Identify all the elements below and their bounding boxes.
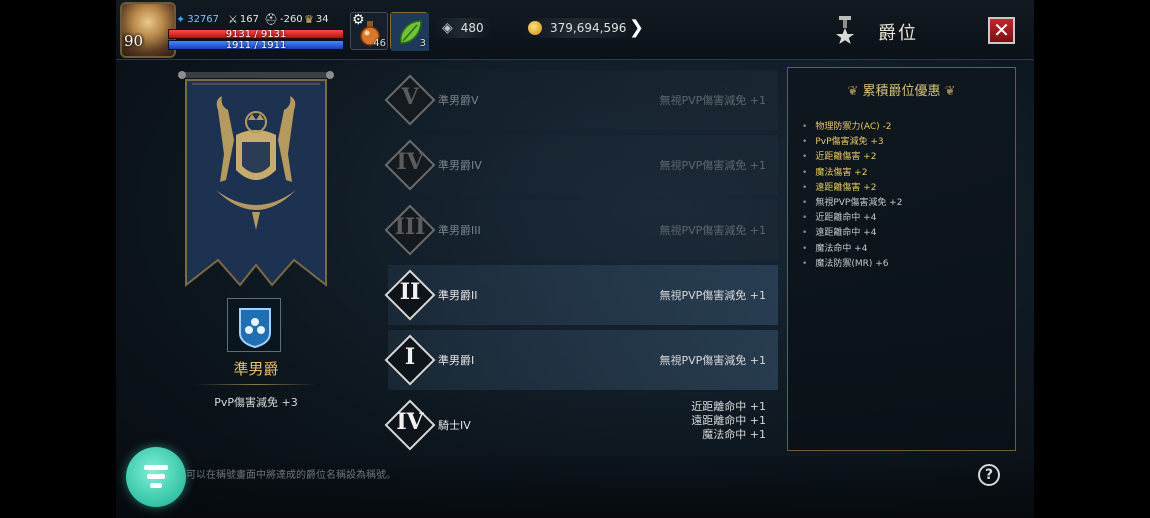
close-icon: ✕ xyxy=(993,18,1010,42)
rank-row-name: 準男爵I xyxy=(438,354,475,367)
panel-title: ❦ 累積爵位優惠 ❦ xyxy=(788,80,1015,99)
rank-row-name: 準男爵III xyxy=(438,224,481,237)
rank-row[interactable]: III 準男爵III 無視PVP傷害減免 +1 xyxy=(384,200,778,260)
accumulated-bonus-list: 物理防禦力(AC) -2PvP傷害減免 +3近距離傷害 +2魔法傷害 +2遠距離… xyxy=(802,120,902,272)
mp-text: 1911 / 1911 xyxy=(225,40,287,51)
player-level: 90 xyxy=(124,32,144,50)
defense-value: -260 xyxy=(279,14,303,25)
trophy-icon: ♛ xyxy=(304,13,314,26)
sword-icon: ⚔ xyxy=(228,13,238,26)
rank-effect-line: 無視PVP傷害減免 +1 xyxy=(659,289,766,302)
potion-count: 46 xyxy=(373,38,386,49)
herb-count: 3 xyxy=(419,38,426,49)
rank-row-effects: 無視PVP傷害減免 +1 xyxy=(659,92,766,108)
footer-hint: 可以在稱號畫面中將達成的爵位名稱設為稱號。 xyxy=(186,470,396,481)
mp-bar: 1911 / 1911 xyxy=(168,40,344,51)
rank-row[interactable]: V 準男爵V 無視PVP傷害減免 +1 xyxy=(384,70,778,130)
bonus-item: 魔法傷害 +2 xyxy=(802,166,902,181)
gem-currency: ◈ 480 xyxy=(434,18,492,38)
rank-numeral: IV xyxy=(396,149,424,175)
rank-row-effects: 無視PVP傷害減免 +1 xyxy=(659,287,766,303)
trophy-value: 34 xyxy=(315,14,329,25)
rank-row[interactable]: II 準男爵II 無視PVP傷害減免 +1 xyxy=(384,265,778,325)
gold-value: 379,694,596 xyxy=(550,21,627,35)
helmet-icon: ⛑ xyxy=(264,13,278,26)
gold-coin-icon xyxy=(528,21,542,35)
top-status-bar: 90 ✦ 32767 ⚔ 167 ⛑ -260 ♛ 34 9131 / 9131… xyxy=(116,0,1034,60)
current-rank-bonus: PvP傷害減免 +3 xyxy=(214,396,298,409)
rank-numeral: V xyxy=(401,84,419,110)
rank-row-effects: 無視PVP傷害減免 +1 xyxy=(659,222,766,238)
laurel-right-icon: ❦ xyxy=(944,84,956,99)
bonus-item: 魔法命中 +4 xyxy=(802,242,902,257)
power-value: 32767 xyxy=(187,14,220,25)
rank-row-name: 準男爵V xyxy=(438,94,479,107)
rank-effect-line: 近距離命中 +1 xyxy=(691,400,766,413)
rank-row-effects: 近距離命中 +1 遠距離命中 +1 魔法命中 +1 xyxy=(691,400,766,442)
wing-icon: ✦ xyxy=(176,13,186,26)
rank-effect-line: 遠距離命中 +1 xyxy=(691,414,766,427)
menu-button[interactable] xyxy=(126,447,186,507)
gem-icon: ◈ xyxy=(442,20,453,36)
close-button[interactable]: ✕ xyxy=(988,17,1015,44)
bonus-item: 物理防禦力(AC) -2 xyxy=(802,120,902,135)
bonus-item: 遠距離命中 +4 xyxy=(802,226,902,241)
rank-row-name: 騎士IV xyxy=(438,419,471,432)
laurel-left-icon: ❦ xyxy=(847,84,859,99)
defense-stat: ⛑ -260 xyxy=(264,13,303,26)
game-screen: 90 ✦ 32767 ⚔ 167 ⛑ -260 ♛ 34 9131 / 9131… xyxy=(116,0,1034,518)
current-rank-name: 準男爵 xyxy=(233,360,279,378)
bonus-item: 魔法防禦(MR) +6 xyxy=(802,257,902,272)
shield-rank-icon xyxy=(239,308,271,349)
rank-row-name: 準男爵IV xyxy=(438,159,482,172)
rank-row-name: 準男爵II xyxy=(438,289,478,302)
rank-banner xyxy=(178,71,334,288)
rank-row[interactable]: IV 準男爵IV 無視PVP傷害減免 +1 xyxy=(384,135,778,195)
gear-icon: ⚙ xyxy=(352,12,365,28)
trophy-stat: ♛ 34 xyxy=(304,13,329,26)
rank-divider xyxy=(196,384,316,385)
rank-effect-line: 無視PVP傷害減免 +1 xyxy=(659,224,766,237)
bonus-item: 無視PVP傷害減免 +2 xyxy=(802,196,902,211)
rank-medal-icon xyxy=(836,16,854,44)
rank-row[interactable]: IV 騎士IV 近距離命中 +1 遠距離命中 +1 魔法命中 +1 xyxy=(384,395,778,455)
gold-currency: 379,694,596 xyxy=(520,18,635,38)
rank-effect-line: 魔法命中 +1 xyxy=(702,428,766,441)
current-rank-icon xyxy=(227,298,281,352)
help-button[interactable]: ? xyxy=(978,464,1000,486)
rank-numeral: III xyxy=(394,214,426,240)
attack-stat: ⚔ 167 xyxy=(228,13,259,26)
bonus-item: 近距離傷害 +2 xyxy=(802,150,902,165)
power-stat: ✦ 32767 xyxy=(176,13,219,26)
bonus-item: PvP傷害減免 +3 xyxy=(802,135,902,150)
bonus-item: 近距離命中 +4 xyxy=(802,211,902,226)
rank-effect-line: 無視PVP傷害減免 +1 xyxy=(659,94,766,107)
accumulated-bonus-panel: ❦ 累積爵位優惠 ❦ 物理防禦力(AC) -2PvP傷害減免 +3近距離傷害 +… xyxy=(787,67,1016,451)
rank-row[interactable]: I 準男爵I 無視PVP傷害減免 +1 xyxy=(384,330,778,390)
hp-text: 9131 / 9131 xyxy=(225,29,287,40)
currency-expand-button[interactable]: ❯ xyxy=(629,17,644,38)
rank-numeral: II xyxy=(399,279,421,305)
page-title: 爵位 xyxy=(878,23,918,44)
rank-effect-line: 無視PVP傷害減免 +1 xyxy=(659,159,766,172)
bonus-item: 遠距離傷害 +2 xyxy=(802,181,902,196)
rank-effect-line: 無視PVP傷害減免 +1 xyxy=(659,354,766,367)
quick-slot-potion[interactable]: ⚙ 46 xyxy=(350,12,388,50)
rank-numeral: IV xyxy=(396,409,424,435)
rank-row-effects: 無視PVP傷害減免 +1 xyxy=(659,352,766,368)
gem-value: 480 xyxy=(460,21,484,35)
rank-numeral: I xyxy=(404,344,416,370)
panel-title-text: 累積爵位優惠 xyxy=(862,84,941,99)
attack-value: 167 xyxy=(239,14,259,25)
menu-stack-icon xyxy=(144,465,168,488)
rank-row-effects: 無視PVP傷害減免 +1 xyxy=(659,157,766,173)
hp-bar: 9131 / 9131 xyxy=(168,29,344,40)
quick-slot-herb[interactable]: 3 xyxy=(390,12,429,51)
